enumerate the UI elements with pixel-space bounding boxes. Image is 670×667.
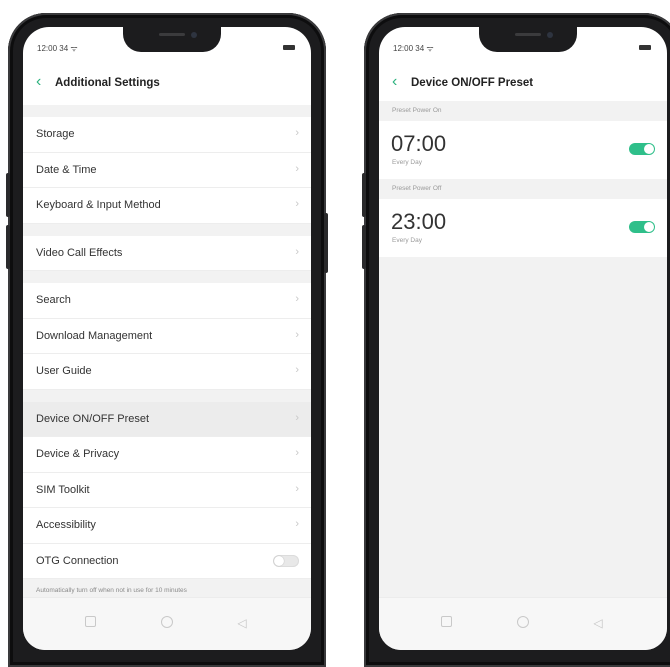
settings-item[interactable]: Date & Time › [23,152,311,188]
circle-icon[interactable] [516,616,530,630]
chevron-left-icon[interactable]: ‹ [392,74,397,90]
settings-item-label: User Guide [36,365,92,377]
preset-repeat: Every Day [392,159,422,166]
settings-item[interactable]: Search › [23,283,311,319]
notch [123,27,221,52]
settings-list: Storage › Date & Time › Keyboard & Input Met… [23,105,311,602]
battery-icon [283,45,295,50]
chevron-right-icon: › [295,162,299,175]
group-gap [23,389,311,402]
preset-row[interactable]: 23:00 Every Day [379,199,667,257]
settings-item[interactable]: Storage › [23,117,311,153]
chevron-right-icon: › [295,447,299,459]
chevron-right-icon: › [295,411,299,424]
page-title: Additional Settings [55,77,160,89]
settings-item-label: Storage [36,128,75,140]
group-gap [23,223,311,236]
chevron-right-icon: › [295,127,299,139]
settings-item[interactable]: Keyboard & Input Method › [23,188,311,224]
preset-row[interactable]: 07:00 Every Day [379,121,667,179]
otg-toggle[interactable] [273,554,299,567]
battery-icon [639,45,651,50]
status-time: 12:00 34 ᯤ [37,44,78,53]
settings-item-label: Download Management [36,329,153,342]
settings-item-label: Device ON/OFF Preset [36,412,150,425]
settings-item-label: Device & Privacy [36,448,120,460]
group-gap [23,105,311,117]
settings-item-label: Keyboard & Input Method [36,199,161,211]
settings-item[interactable]: Download Management › [23,318,311,354]
back-triangle-icon[interactable]: ◁ [235,616,249,630]
chevron-right-icon: › [295,482,299,495]
settings-item[interactable]: User Guide › [23,354,311,390]
preset-toggle[interactable] [629,221,655,233]
chevron-right-icon: › [295,364,299,376]
settings-item[interactable]: Device & Privacy › [23,437,311,473]
settings-item-label: Accessibility [36,519,96,531]
settings-item[interactable]: Accessibility › [23,508,311,544]
nav-bar: ◁ [379,597,667,650]
preset-repeat: Every Day [392,237,422,244]
notch [479,27,577,52]
square-icon[interactable] [83,616,97,630]
chevron-right-icon: › [295,293,299,305]
status-time: 12:00 34 ᯤ [393,44,434,53]
title-bar: ‹ Device ON/OFF Preset [379,67,667,101]
preset-list: Preset Power On 07:00 Every Day Preset Powe… [379,101,667,598]
settings-item[interactable]: Device ON/OFF Preset › [23,401,311,437]
title-bar: ‹ Additional Settings [23,67,311,101]
preset-section-header: Preset Power Off [379,179,667,199]
chevron-right-icon: › [295,198,299,210]
power-button [324,213,328,273]
back-triangle-icon[interactable]: ◁ [591,616,605,630]
settings-item-label: SIM Toolkit [36,483,90,496]
settings-item-label: Date & Time [36,163,97,176]
screen-right: 12:00 34 ᯤ ‹ Device ON/OFF Preset Preset… [379,27,667,650]
preset-time: 23:00 [391,209,447,234]
screen-left: 12:00 34 ᯤ ‹ Additional Settings Storage… [23,27,311,650]
volume-button [362,173,366,217]
volume-button [6,225,10,269]
chevron-right-icon: › [295,328,299,341]
phone-right: 12:00 34 ᯤ ‹ Device ON/OFF Preset Preset… [362,13,670,667]
preset-time: 07:00 [391,131,447,156]
settings-item-label: Search [36,294,71,306]
circle-icon[interactable] [160,616,174,630]
chevron-right-icon: › [295,245,299,258]
volume-button [6,173,10,217]
settings-item[interactable]: SIM Toolkit › [23,472,311,508]
settings-item[interactable]: Video Call Effects › [23,235,311,271]
preset-toggle[interactable] [629,143,655,155]
volume-button [362,225,366,269]
settings-item-label: OTG Connection [36,554,119,567]
group-gap [23,271,311,283]
square-icon[interactable] [439,616,453,630]
chevron-right-icon: › [295,518,299,530]
settings-item[interactable]: OTG Connection [23,543,311,579]
chevron-left-icon[interactable]: ‹ [36,74,41,90]
phone-left: 12:00 34 ᯤ ‹ Additional Settings Storage… [6,13,328,667]
page-title: Device ON/OFF Preset [411,77,534,89]
preset-section-header: Preset Power On [379,101,667,121]
nav-bar: ◁ [23,597,311,650]
settings-item-label: Video Call Effects [36,246,123,259]
